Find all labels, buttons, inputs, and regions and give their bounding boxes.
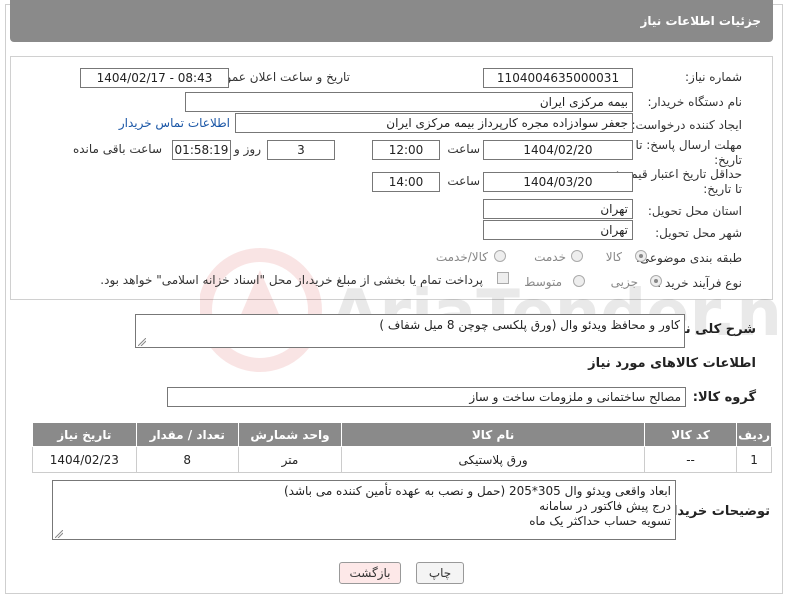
col-goods-name: نام کالا (341, 422, 645, 447)
table-row: 1 -- ورق پلاستیکی متر 8 1404/02/23 (32, 446, 772, 473)
buyer-notes-line: ابعاد واقعی ویدئو وال 305*205 (حمل و نصب… (283, 484, 671, 498)
remaining-time-field: 01:58:19 (172, 140, 231, 160)
reply-time-label: ساعت (447, 142, 480, 156)
treasury-payment-note: پرداخت تمام یا بخشی از مبلغ خرید،از محل … (100, 273, 483, 287)
category-goods-radio[interactable] (635, 250, 647, 262)
buyer-org-label: نام دستگاه خریدار: (647, 95, 743, 109)
process-minor-radio[interactable] (650, 275, 662, 287)
buyer-contact-link[interactable]: اطلاعات تماس خریدار (119, 116, 230, 130)
resize-grip-icon[interactable] (55, 530, 63, 538)
buyer-notes-label: توضیحات خریدار: (660, 504, 770, 519)
reply-date-field: 1404/02/20 (483, 140, 633, 160)
province-field: تهران (483, 199, 633, 219)
need-number-label: شماره نیاز: (685, 70, 742, 84)
buyer-notes-textarea[interactable]: ابعاد واقعی ویدئو وال 305*205 (حمل و نصب… (52, 480, 676, 540)
days-label: روز و (234, 142, 261, 156)
city-label: شهر محل تحویل: (655, 226, 742, 240)
price-time-label: ساعت (447, 174, 480, 188)
buyer-org-field: بیمه مرکزی ایران (185, 92, 633, 112)
category-goods-service-radio[interactable] (494, 250, 506, 262)
cell-need-date: 1404/02/23 (32, 446, 137, 473)
col-quantity: تعداد / مقدار (135, 422, 239, 447)
creator-field: جعفر سوادزاده مجره کارپرداز بیمه مرکزی ا… (235, 113, 633, 133)
goods-table-header: ردیف کد کالا نام کالا واحد شمارش تعداد /… (32, 422, 772, 447)
city-field: تهران (483, 220, 633, 240)
goods-group-label: گروه کالا: (692, 390, 756, 405)
province-label: استان محل تحویل: (647, 204, 742, 218)
col-unit: واحد شمارش (237, 422, 343, 447)
need-number-field: 1104004635000031 (483, 68, 633, 88)
resize-grip-icon[interactable] (138, 338, 146, 346)
process-medium-label: متوسط (524, 275, 562, 289)
category-label: طبقه بندی موضوعی: (635, 251, 742, 265)
col-need-date: تاریخ نیاز (32, 422, 137, 447)
page-title: جزئیات اطلاعات نیاز (640, 14, 761, 28)
goods-table: ردیف کد کالا نام کالا واحد شمارش تعداد /… (32, 422, 772, 473)
price-time-field: 14:00 (372, 172, 440, 192)
cell-quantity: 8 (135, 446, 239, 473)
goods-group-field: مصالح ساختمانی و ملزومات ساخت و ساز (167, 387, 686, 407)
cell-unit: متر (237, 446, 343, 473)
price-date-field: 1404/03/20 (483, 172, 633, 192)
description-textarea[interactable]: کاور و محافظ ویدئو وال (ورق پلکسی چوچن 8… (135, 314, 685, 348)
treasury-payment-checkbox[interactable] (497, 272, 509, 284)
category-goods-label: کالا (605, 250, 622, 264)
remaining-time-label: ساعت باقی مانده (72, 142, 162, 156)
process-medium-radio[interactable] (573, 275, 585, 287)
description-text: کاور و محافظ ویدئو وال (ورق پلکسی چوچن 8… (379, 318, 680, 332)
buyer-notes-line: تسویه حساب حداکثر یک ماه (529, 514, 671, 528)
page-header: جزئیات اطلاعات نیاز (10, 0, 773, 42)
reply-time-field: 12:00 (372, 140, 440, 160)
buyer-notes-line: درج پیش فاکتور در سامانه (539, 499, 671, 513)
col-goods-code: کد کالا (643, 422, 738, 447)
cell-goods-name: ورق پلاستیکی (341, 446, 645, 473)
announce-date-field: 1404/02/17 - 08:43 (80, 68, 229, 88)
goods-section-title: اطلاعات کالاهای مورد نیاز (588, 356, 756, 371)
col-row-number: ردیف (736, 422, 772, 447)
print-button[interactable]: چاپ (416, 562, 464, 584)
category-goods-service-label: کالا/خدمت (435, 250, 488, 264)
back-button[interactable]: بازگشت (339, 562, 401, 584)
reply-deadline-label: مهلت ارسال پاسخ: تا تاریخ: (635, 138, 742, 167)
cell-goods-code: -- (643, 446, 738, 473)
cell-row-number: 1 (736, 446, 772, 473)
process-minor-label: جزیی (610, 275, 638, 289)
process-type-label: نوع فرآیند خرید : (657, 276, 742, 290)
category-service-radio[interactable] (571, 250, 583, 262)
creator-label: ایجاد کننده درخواست: (631, 118, 742, 132)
category-service-label: خدمت (534, 250, 566, 264)
days-remaining-field: 3 (267, 140, 335, 160)
